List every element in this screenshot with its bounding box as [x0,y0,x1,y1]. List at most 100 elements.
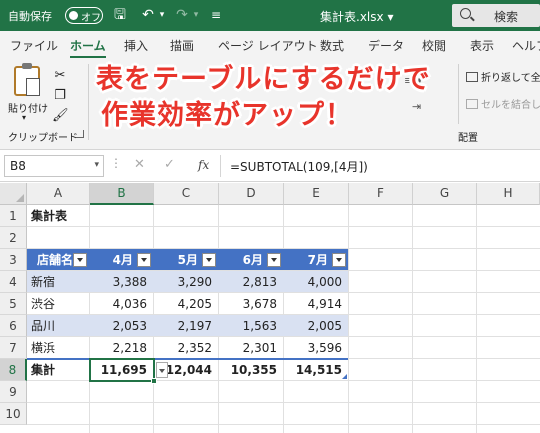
table-cell[interactable]: 2,352 [154,337,218,359]
save-icon[interactable]: 🖫 [110,5,130,25]
clipboard-group-label: クリップボード [8,133,78,144]
table-cell[interactable]: 2,813 [219,271,283,293]
select-all-button[interactable] [0,183,27,205]
worksheet-grid[interactable]: A B C D E F G H 1 2 3 4 5 6 7 8 9 10 集計表… [0,183,540,433]
wrap-text-icon[interactable] [466,72,478,82]
tab-file[interactable]: ファイル [10,37,58,54]
name-box[interactable]: B8 ▾ [4,155,104,177]
table-cell[interactable]: 4,205 [154,293,218,315]
merge-center-button[interactable]: セルを結合して [481,96,540,111]
tab-view[interactable]: 表示 [470,37,494,54]
callout-overlay: 表をテーブルにするだけで 作業効率がアップ！ [96,62,431,134]
paste-icon[interactable] [14,63,40,96]
autosave-toggle[interactable]: オフ [65,7,103,24]
more-icon: ⋮ [110,156,122,170]
chevron-down-icon[interactable]: ▾ [94,160,99,170]
copy-icon[interactable]: ❐ [52,88,68,104]
row-header-8[interactable]: 8 [0,359,27,381]
tab-draw[interactable]: 描画 [170,37,194,54]
search-icon [460,8,471,19]
column-header-h[interactable]: H [477,183,540,205]
table-cell[interactable]: 3,596 [284,337,348,359]
cancel-icon[interactable]: ✕ [134,157,145,172]
column-header-d[interactable]: D [219,183,284,205]
table-resize-handle-icon[interactable] [342,374,347,379]
toggle-text: オフ [81,13,101,24]
column-header-f[interactable]: F [349,183,413,205]
table-cell[interactable]: 1,563 [219,315,283,337]
row-header-7[interactable]: 7 [0,337,27,359]
column-header-c[interactable]: C [154,183,219,205]
sheet-title-cell[interactable]: 集計表 [27,205,147,227]
table-cell[interactable]: 品川 [27,315,89,337]
tab-help[interactable]: ヘルプ [512,37,540,54]
tab-data[interactable]: データ [368,37,404,54]
search-box[interactable]: 検索 [452,4,540,27]
ribbon-tabs: ファイル ホーム 挿入 描画 ページ レイアウト 数式 データ 校閲 表示 ヘル… [0,31,540,59]
undo-dropdown-icon[interactable]: ▾ [152,5,172,25]
enter-icon[interactable]: ✓ [164,157,175,172]
row-header-9[interactable]: 9 [0,381,27,403]
table-cell[interactable]: 3,678 [219,293,283,315]
paste-label[interactable]: 貼り付け [8,100,48,115]
toggle-knob [69,11,78,20]
table-cell[interactable]: 横浜 [27,337,89,359]
tab-page-layout[interactable]: ページ レイアウト [218,37,318,54]
row-header-5[interactable]: 5 [0,293,27,315]
column-header-b[interactable]: B [90,183,154,205]
alignment-group-label: 配置 [458,133,478,144]
insert-function-icon[interactable]: fx [198,158,209,172]
title-bar: 自動保存 オフ 🖫 ↶ ▾ ↷ ▾ ≡ 集計表.xlsx ▾ 検索 [0,0,540,31]
table-cell[interactable]: 2,053 [90,315,153,337]
search-label: 検索 [494,10,519,24]
table-cell[interactable]: 2,301 [219,337,283,359]
row-header-3[interactable]: 3 [0,249,27,271]
table-cell[interactable]: 2,218 [90,337,153,359]
file-name[interactable]: 集計表.xlsx ▾ [320,8,393,25]
row-header-1[interactable]: 1 [0,205,27,227]
filter-dropdown-icon[interactable] [73,253,87,267]
column-header-a[interactable]: A [27,183,90,205]
group-divider [458,64,459,124]
table-cell[interactable]: 4,914 [284,293,348,315]
name-box-value: B8 [10,159,26,173]
filter-dropdown-icon[interactable] [202,253,216,267]
table-cell[interactable]: 3,388 [90,271,153,293]
fill-handle[interactable] [151,378,157,384]
row-header-2[interactable]: 2 [0,227,27,249]
paste-dropdown-icon[interactable]: ▾ [22,113,26,122]
table-cell[interactable]: 4,000 [284,271,348,293]
tab-insert[interactable]: 挿入 [124,37,148,54]
table-cell[interactable]: 新宿 [27,271,89,293]
clipboard-launcher-icon[interactable] [76,130,84,138]
cut-icon[interactable]: ✂ [52,68,68,84]
merge-center-icon[interactable] [466,99,478,109]
row-header-6[interactable]: 6 [0,315,27,337]
column-header-e[interactable]: E [284,183,349,205]
format-painter-icon[interactable]: 🖌 [52,108,69,124]
table-cell[interactable]: 4,036 [90,293,153,315]
table-cell[interactable]: 2,005 [284,315,348,337]
formula-input[interactable]: =SUBTOTAL(109,[4月]) [230,158,368,175]
tab-review[interactable]: 校閲 [422,37,446,54]
total-cell-jun[interactable]: 10,355 [219,359,283,381]
wrap-text-button[interactable]: 折り返して全体 [481,69,540,84]
group-divider [88,64,89,140]
total-label-cell[interactable]: 集計 [27,359,89,381]
table-cell[interactable]: 渋谷 [27,293,89,315]
column-header-g[interactable]: G [413,183,477,205]
filter-dropdown-icon[interactable] [137,253,151,267]
total-cell-jul[interactable]: 14,515 [284,359,348,381]
table-cell[interactable]: 2,197 [154,315,218,337]
customize-qat-icon[interactable]: ≡ [206,5,226,25]
row-header-10[interactable]: 10 [0,403,27,425]
gridline [348,205,349,433]
table-cell[interactable]: 3,290 [154,271,218,293]
row-header-4[interactable]: 4 [0,271,27,293]
filter-dropdown-icon[interactable] [267,253,281,267]
filter-dropdown-icon[interactable] [332,253,346,267]
total-function-dropdown-icon[interactable] [156,362,168,378]
tab-formulas[interactable]: 数式 [320,37,344,54]
redo-dropdown-icon[interactable]: ▾ [186,5,206,25]
tab-home[interactable]: ホーム [70,37,106,59]
